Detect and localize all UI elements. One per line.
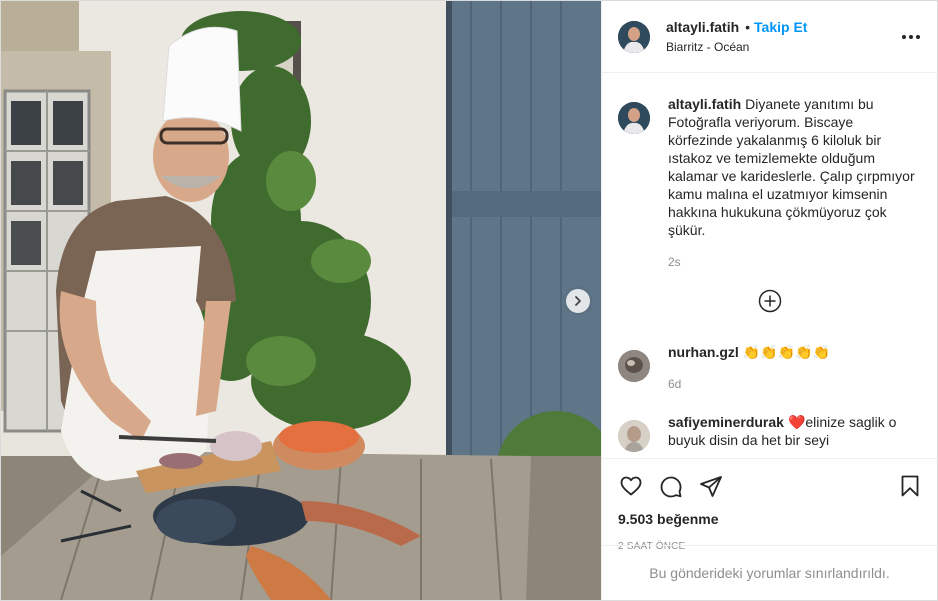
- separator-dot: •: [745, 18, 751, 35]
- comment-button[interactable]: [658, 473, 684, 499]
- comment-text: safiyeminerdurak ❤️elinize saglik o buyuk…: [668, 413, 921, 449]
- plus-circle-icon: [758, 289, 781, 313]
- caption-text: altayli.fatih Diyanete yanıtımı bu Fotoğr…: [668, 95, 921, 239]
- caption-username[interactable]: altayli.fatih: [668, 96, 741, 112]
- bookmark-icon: [901, 475, 919, 497]
- paper-plane-icon: [700, 476, 722, 497]
- avatar-image: [618, 350, 650, 382]
- more-options-icon: [902, 35, 906, 39]
- comment-text: nurhan.gzl 👏👏👏👏👏: [668, 343, 921, 361]
- avatar-image: [618, 102, 650, 134]
- comment-time[interactable]: 6d: [668, 375, 921, 393]
- heart-icon: [620, 476, 642, 496]
- post-location[interactable]: Biarritz - Océan: [666, 38, 807, 56]
- more-options-button[interactable]: [899, 29, 923, 45]
- author-username[interactable]: altayli.fatih: [666, 19, 739, 35]
- save-button[interactable]: [897, 473, 923, 499]
- caption: altayli.fatih Diyanete yanıtımı bu Fotoğr…: [618, 95, 921, 271]
- commenter-avatar[interactable]: [618, 350, 650, 382]
- commenter-username[interactable]: nurhan.gzl: [668, 344, 739, 360]
- avatar-image: [618, 420, 650, 452]
- caption-avatar[interactable]: [618, 102, 650, 134]
- author-info: altayli.fatih • Takip Et Biarritz - Océan: [666, 18, 807, 56]
- comment-item: safiyeminerdurak ❤️elinize saglik o buyuk…: [618, 413, 921, 452]
- next-photo-button[interactable]: [566, 289, 590, 313]
- like-button[interactable]: [618, 473, 644, 499]
- comment-body: 👏👏👏👏👏: [742, 344, 830, 360]
- author-avatar[interactable]: [618, 20, 650, 53]
- commenter-avatar[interactable]: [618, 420, 650, 452]
- post-header: altayli.fatih • Takip Et Biarritz - Océan: [602, 1, 937, 73]
- load-more-button[interactable]: [758, 289, 782, 313]
- chevron-right-icon: [575, 296, 581, 306]
- post-photo[interactable]: [1, 1, 601, 600]
- commenter-username[interactable]: safiyeminerdurak: [668, 414, 784, 430]
- comment-bubble-icon: [660, 476, 682, 498]
- likes-number: 9.503: [618, 511, 654, 527]
- comments-section: altayli.fatih Diyanete yanıtımı bu Fotoğr…: [602, 73, 937, 458]
- caption-body: Diyanete yanıtımı bu Fotoğrafla veriyoru…: [668, 96, 915, 238]
- action-bar: [602, 459, 937, 505]
- likes-count[interactable]: 9.503 beğenme: [602, 511, 937, 527]
- follow-button[interactable]: Takip Et: [754, 19, 807, 35]
- share-button[interactable]: [698, 473, 724, 499]
- comment-item: nurhan.gzl 👏👏👏👏👏 6d: [618, 343, 921, 393]
- load-more-comments: [618, 289, 921, 313]
- avatar-image: [618, 20, 650, 53]
- post-card: altayli.fatih • Takip Et Biarritz - Océan …: [0, 0, 938, 601]
- post-side-panel: altayli.fatih • Takip Et Biarritz - Océan …: [601, 1, 937, 600]
- caption-time[interactable]: 2s: [668, 253, 921, 271]
- likes-label: beğenme: [657, 511, 719, 527]
- photo-chef-with-lobster: [1, 1, 601, 600]
- comments-restricted-notice: Bu gönderideki yorumlar sınırlandırıldı.: [602, 545, 937, 600]
